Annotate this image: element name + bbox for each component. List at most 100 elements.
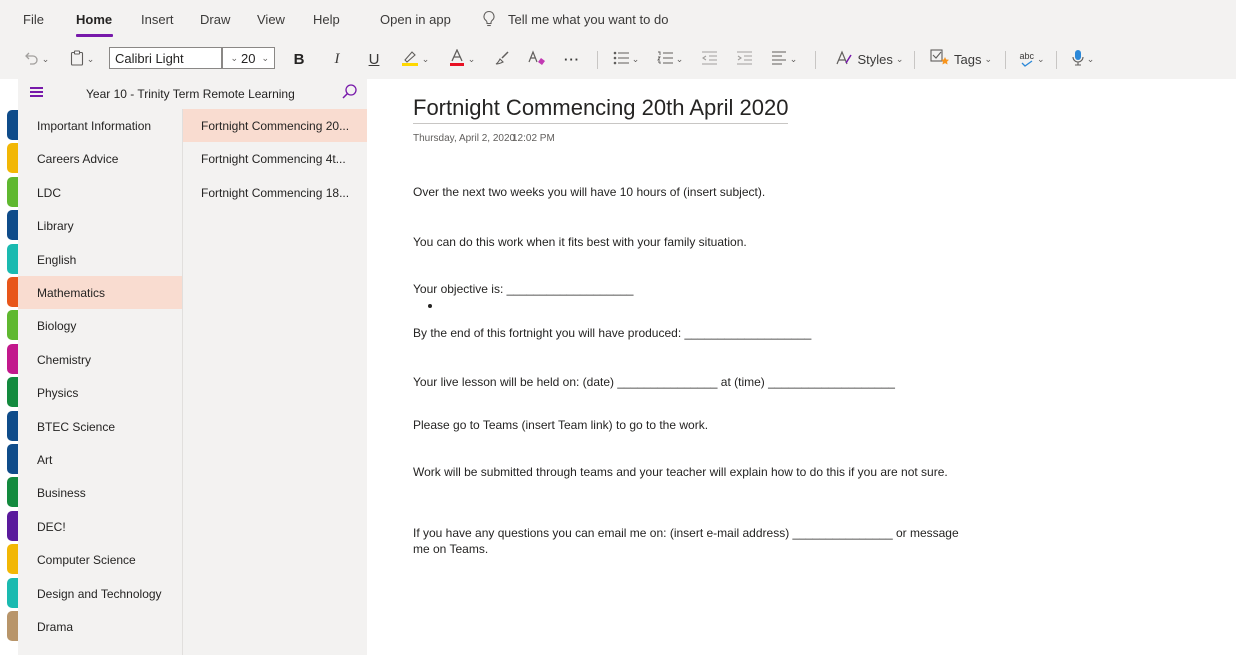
page-paragraph[interactable]: Please go to Teams (insert Team link) to… xyxy=(413,417,983,433)
font-color-button[interactable]: ⌄ xyxy=(445,47,479,71)
numbered-list-icon xyxy=(656,51,673,68)
more-options-button[interactable]: ··· xyxy=(560,47,584,71)
font-name-value: Calibri Light xyxy=(115,50,184,66)
page-paragraph[interactable]: Your objective is: ___________________ xyxy=(413,281,983,297)
section-label: Computer Science xyxy=(37,552,136,567)
section-color-tab[interactable] xyxy=(7,544,18,574)
section-color-tab[interactable] xyxy=(7,344,18,374)
spelling-button[interactable]: abc ⌄ xyxy=(1013,47,1051,71)
section-label: Important Information xyxy=(37,118,152,133)
section-color-tab[interactable] xyxy=(7,244,18,274)
format-painter-button[interactable] xyxy=(492,47,512,71)
section-item[interactable]: Business xyxy=(18,476,182,509)
page-item[interactable]: Fortnight Commencing 20... xyxy=(183,109,368,142)
page-paragraph[interactable]: Work will be submitted through teams and… xyxy=(413,464,973,480)
undo-button[interactable]: ⌄ xyxy=(20,47,52,71)
menu-file[interactable]: File xyxy=(23,12,44,27)
section-color-tab[interactable] xyxy=(7,210,18,240)
page-item[interactable]: Fortnight Commencing 4t... xyxy=(183,142,368,175)
font-size-input[interactable]: ⌄ 20 ⌄ xyxy=(222,47,275,69)
separator xyxy=(1056,51,1057,69)
section-item[interactable]: English xyxy=(18,243,182,276)
section-color-tab[interactable] xyxy=(7,444,18,474)
spell-label: abc xyxy=(1019,50,1034,61)
numbering-button[interactable]: ⌄ xyxy=(654,47,686,71)
font-name-input[interactable]: Calibri Light xyxy=(109,47,222,69)
italic-button[interactable]: I xyxy=(330,47,344,71)
underline-button[interactable]: U xyxy=(366,47,382,71)
search-icon[interactable] xyxy=(341,83,359,101)
section-item[interactable]: BTEC Science xyxy=(18,410,182,443)
section-item[interactable]: DEC! xyxy=(18,510,182,543)
styles-button[interactable]: Styles ⌄ xyxy=(828,47,910,71)
page-paragraph[interactable]: If you have any questions you can email … xyxy=(413,525,973,557)
clear-formatting-button[interactable] xyxy=(526,47,548,71)
decrease-indent-button[interactable] xyxy=(698,47,720,71)
bullets-button[interactable]: ⌄ xyxy=(610,47,642,71)
section-color-tab[interactable] xyxy=(7,411,18,441)
section-item[interactable]: Mathematics xyxy=(18,276,182,309)
section-item[interactable]: Library xyxy=(18,209,182,242)
notebook-title[interactable]: Year 10 - Trinity Term Remote Learning xyxy=(86,87,295,101)
page-canvas[interactable]: Fortnight Commencing 20th April 2020 Thu… xyxy=(367,79,1236,655)
hamburger-menu-icon[interactable] xyxy=(30,87,43,97)
page-paragraph[interactable]: Over the next two weeks you will have 10… xyxy=(413,184,983,200)
section-item[interactable]: Important Information xyxy=(18,109,182,142)
clear-formatting-icon xyxy=(528,49,546,69)
section-color-tab[interactable] xyxy=(7,177,18,207)
section-color-tab[interactable] xyxy=(7,511,18,541)
section-label: Mathematics xyxy=(37,285,106,300)
menu-help[interactable]: Help xyxy=(313,12,340,27)
page-item[interactable]: Fortnight Commencing 18... xyxy=(183,176,368,209)
section-item[interactable]: Biology xyxy=(18,309,182,342)
menu-home[interactable]: Home xyxy=(76,12,112,27)
page-label: Fortnight Commencing 20... xyxy=(201,118,350,133)
menu-draw[interactable]: Draw xyxy=(200,12,230,27)
section-color-tab[interactable] xyxy=(7,143,18,173)
dictate-button[interactable]: ⌄ xyxy=(1066,47,1100,71)
menu-view[interactable]: View xyxy=(257,12,285,27)
section-item[interactable]: Physics xyxy=(18,376,182,409)
tag-checkbox-icon xyxy=(930,48,950,70)
bold-button[interactable]: B xyxy=(290,47,308,71)
tags-button[interactable]: Tags ⌄ xyxy=(923,47,999,71)
section-color-tab[interactable] xyxy=(7,477,18,507)
font-color-icon xyxy=(449,47,465,70)
chevron-down-icon: ⌄ xyxy=(41,53,50,64)
section-item[interactable]: Drama xyxy=(18,610,182,643)
active-tab-indicator xyxy=(76,34,113,37)
menu-insert[interactable]: Insert xyxy=(141,12,174,27)
section-color-tab[interactable] xyxy=(7,310,18,340)
section-item[interactable]: Chemistry xyxy=(18,343,182,376)
chevron-down-icon: ⌄ xyxy=(1036,53,1045,64)
undo-icon xyxy=(23,51,39,68)
sections-list: Important Information Careers Advice LDC Li… xyxy=(18,109,182,655)
section-item[interactable]: Art xyxy=(18,443,182,476)
open-in-app-button[interactable]: Open in app xyxy=(380,12,451,27)
paragraph-alignment-button[interactable]: ⌄ xyxy=(768,47,800,71)
page-paragraph[interactable]: Your live lesson will be held on: (date)… xyxy=(413,374,983,390)
lightbulb-icon xyxy=(482,10,496,28)
page-paragraph[interactable]: You can do this work when it fits best w… xyxy=(413,234,983,250)
notebook-header: Year 10 - Trinity Term Remote Learning xyxy=(18,79,367,109)
tell-me-search[interactable]: Tell me what you want to do xyxy=(508,12,668,27)
section-color-tab[interactable] xyxy=(7,578,18,608)
section-item[interactable]: LDC xyxy=(18,176,182,209)
section-color-tab[interactable] xyxy=(7,377,18,407)
paste-button[interactable]: ⌄ xyxy=(63,47,101,71)
page-paragraph[interactable]: By the end of this fortnight you will ha… xyxy=(413,325,983,341)
page-label: Fortnight Commencing 18... xyxy=(201,185,350,200)
chevron-down-icon: ⌄ xyxy=(631,53,640,64)
page-title[interactable]: Fortnight Commencing 20th April 2020 xyxy=(413,95,789,124)
section-item[interactable]: Careers Advice xyxy=(18,142,182,175)
section-color-tab[interactable] xyxy=(7,277,18,307)
section-item[interactable]: Computer Science xyxy=(18,543,182,576)
highlight-button[interactable]: ⌄ xyxy=(397,47,433,71)
section-color-tab[interactable] xyxy=(7,611,18,641)
styles-label: Styles xyxy=(857,51,893,67)
chevron-down-icon: ⌄ xyxy=(789,53,798,64)
section-item[interactable]: Design and Technology xyxy=(18,577,182,610)
section-color-tab[interactable] xyxy=(7,110,18,140)
format-painter-icon xyxy=(494,50,510,69)
increase-indent-button[interactable] xyxy=(733,47,755,71)
